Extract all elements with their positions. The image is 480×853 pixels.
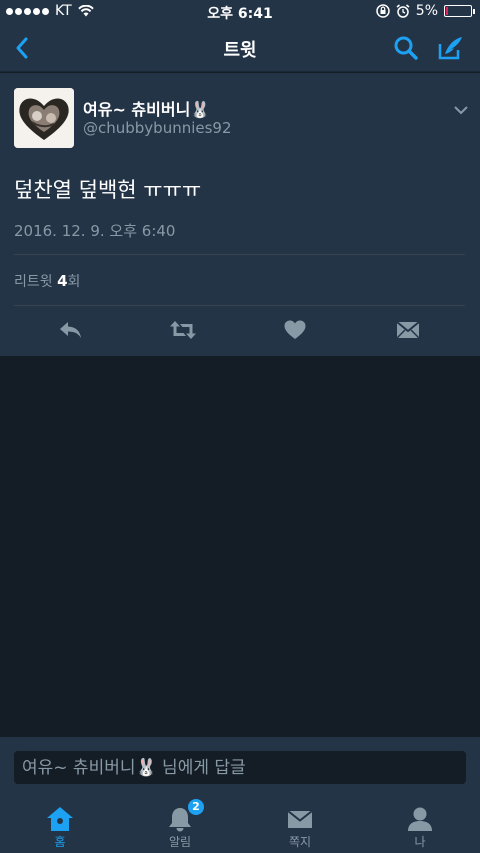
home-icon (47, 807, 73, 831)
rotation-lock-icon (376, 4, 390, 18)
tab-me[interactable]: 나 (360, 795, 480, 853)
battery-percent: 5% (415, 3, 438, 19)
tab-home[interactable]: 홈 (0, 795, 120, 853)
retweet-button[interactable] (167, 316, 199, 344)
envelope-icon (287, 810, 313, 828)
tab-notifications[interactable]: 2 알림 (120, 795, 240, 853)
tab-home-label: 홈 (54, 835, 66, 849)
divider (14, 254, 465, 255)
notification-badge: 2 (188, 799, 204, 815)
avatar[interactable] (14, 88, 74, 148)
reply-button[interactable] (55, 316, 87, 344)
display-name[interactable]: 여유~ 츄비버니🐰 (83, 96, 210, 120)
user-handle[interactable]: @chubbybunnies92 (83, 119, 232, 137)
tab-bar: 홈 2 알림 쪽지 나 (0, 795, 480, 853)
tweet-timestamp: 2016. 12. 9. 오후 6:40 (14, 222, 176, 240)
retweet-count-suffix: 회 (67, 274, 81, 290)
retweet-icon (170, 321, 196, 339)
direct-message-button[interactable] (392, 316, 424, 344)
heart-icon (284, 320, 306, 339)
status-bar: KT 오후 6:41 5% (0, 0, 480, 24)
retweet-count-number: 4 (57, 272, 68, 290)
tab-me-label: 나 (414, 835, 426, 849)
tweet-detail (0, 73, 480, 356)
retweet-count[interactable]: 리트윗 4회 (14, 271, 80, 291)
reply-input[interactable] (14, 751, 466, 784)
heart-avatar-image (14, 88, 74, 148)
tweet-menu-button[interactable] (454, 100, 468, 119)
battery-icon (444, 5, 475, 17)
nav-bar: 트윗 (0, 24, 480, 72)
tab-messages-label: 쪽지 (288, 835, 312, 849)
compose-quill-icon (438, 37, 462, 60)
reply-bar (0, 737, 480, 795)
tweet-text: 덮찬열 덮백현 ㅠㅠㅠ (14, 178, 202, 202)
tab-messages[interactable]: 쪽지 (240, 795, 360, 853)
like-button[interactable] (279, 316, 311, 344)
retweet-count-label: 리트윗 (14, 274, 53, 290)
chevron-down-icon (454, 106, 468, 115)
search-button[interactable] (390, 32, 422, 64)
person-icon (408, 807, 432, 831)
compose-button[interactable] (434, 32, 466, 64)
divider (14, 305, 465, 306)
battery-level (446, 7, 448, 15)
status-right: 5% (376, 3, 475, 19)
envelope-icon (396, 321, 420, 339)
tab-notifications-label: 알림 (168, 835, 192, 849)
alarm-icon (396, 4, 410, 18)
search-icon (394, 36, 418, 60)
reply-icon (60, 322, 81, 338)
